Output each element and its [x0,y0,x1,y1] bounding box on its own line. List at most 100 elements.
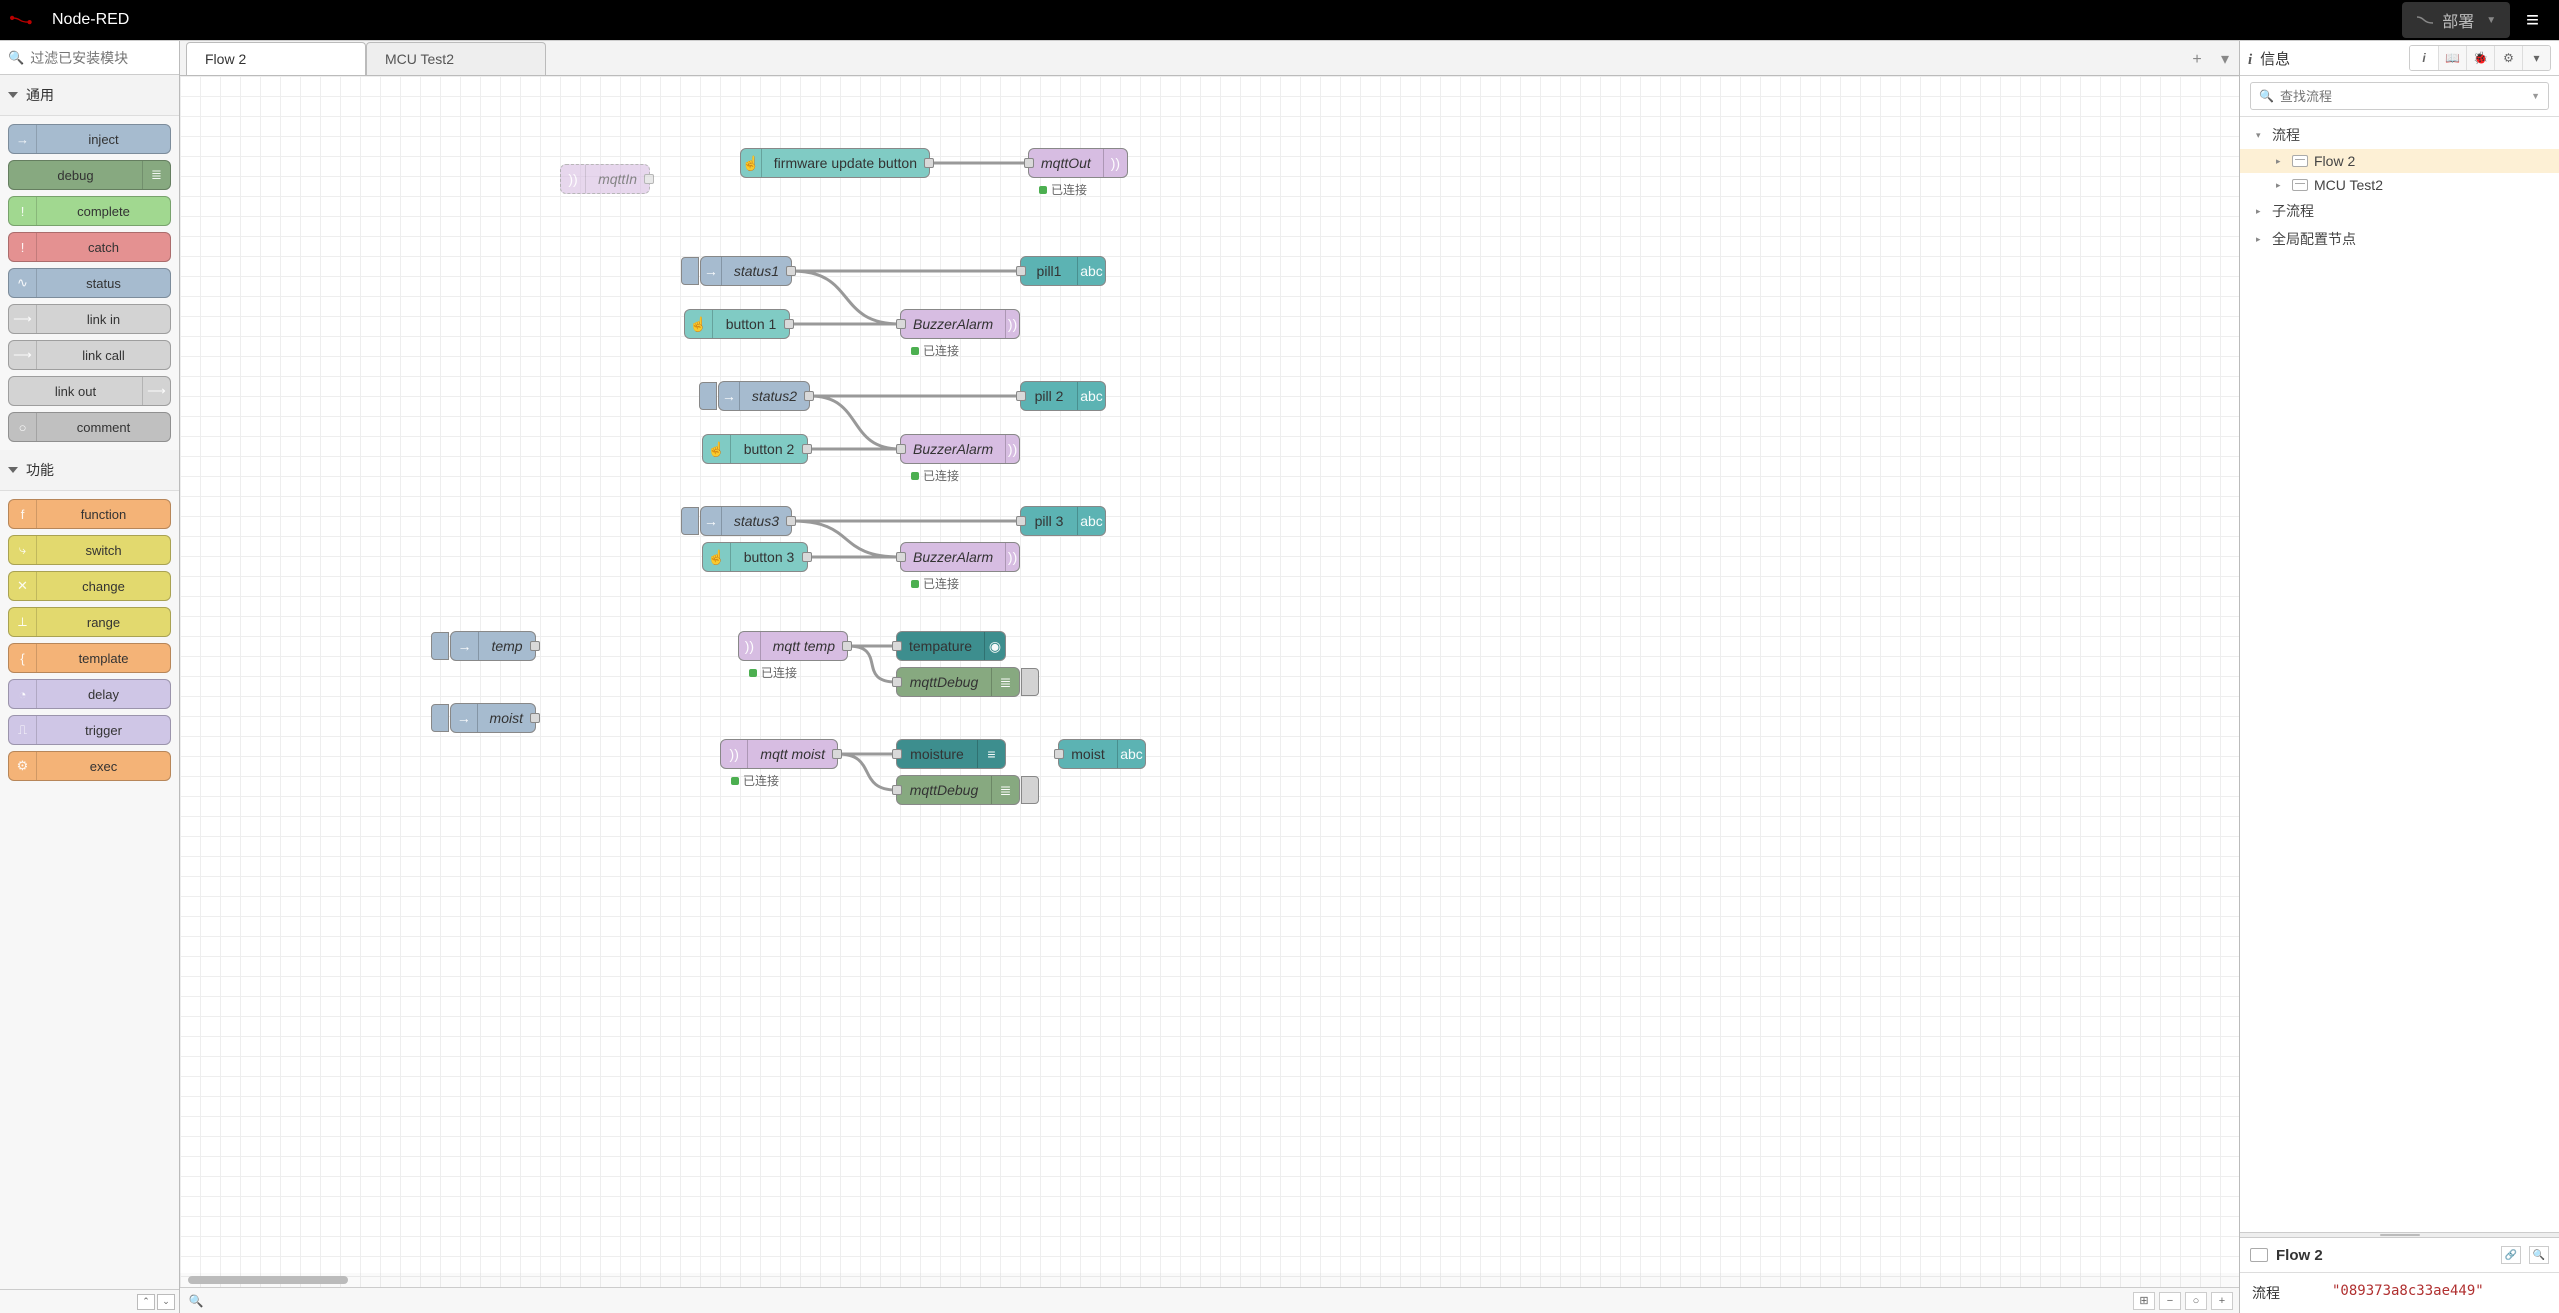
output-port[interactable] [802,552,812,562]
zoom-reset-button[interactable]: ○ [2185,1292,2207,1310]
input-port[interactable] [896,444,906,454]
horizontal-scrollbar[interactable] [180,1273,2239,1287]
input-port[interactable] [1016,391,1026,401]
flow-node-n-temp[interactable]: →temp [450,631,536,661]
output-port[interactable] [786,266,796,276]
deploy-button[interactable]: 部署 ▼ [2402,2,2510,38]
tree-item-flow-2[interactable]: ▸Flow 2 [2240,149,2559,173]
tree-global[interactable]: ▸全局配置节点 [2240,225,2559,253]
palette-node-link-call[interactable]: ⟶link call [8,340,171,370]
tab-mcu-test2[interactable]: MCU Test2 [366,42,546,75]
palette-node-function[interactable]: ffunction [8,499,171,529]
flow-canvas[interactable]: ))mqttIn ☝firmware update button mqttOut))… [180,76,2239,1287]
tab-flow2[interactable]: Flow 2 [186,42,366,75]
flow-node-n-button3[interactable]: ☝button 3 [702,542,808,572]
navigator-button[interactable]: ⊞ [2133,1292,2155,1310]
palette-node-link-out[interactable]: link out⟶ [8,376,171,406]
palette-node-link-in[interactable]: ⟶link in [8,304,171,334]
flow-node-n-button1[interactable]: ☝button 1 [684,309,790,339]
output-port[interactable] [832,749,842,759]
flow-node-n-mqttdbg2[interactable]: mqttDebug≣ [896,775,1020,805]
chevron-down-icon[interactable]: ▼ [2531,91,2540,101]
palette-node-complete[interactable]: !complete [8,196,171,226]
flow-node-n-buzz1[interactable]: BuzzerAlarm))已连接 [900,309,1020,339]
inject-button[interactable] [681,507,699,535]
palette-node-delay[interactable]: ◔delay [8,679,171,709]
output-port[interactable] [784,319,794,329]
sidebar-search-input[interactable] [2280,89,2531,104]
sidebar-tree[interactable]: ▾流程 ▸Flow 2▸MCU Test2 ▸子流程 ▸全局配置节点 [2240,117,2559,1232]
output-port[interactable] [786,516,796,526]
input-port[interactable] [896,552,906,562]
palette-node-change[interactable]: ✕change [8,571,171,601]
palette-collapse-down-button[interactable]: ⌄ [157,1294,175,1310]
output-port[interactable] [804,391,814,401]
palette-scroll[interactable]: 通用 →inject debug≣ !complete !catch ∿status ⟶l… [0,75,179,1289]
input-port[interactable] [892,785,902,795]
inject-button[interactable] [431,704,449,732]
palette-node-range[interactable]: ⟂range [8,607,171,637]
inject-button[interactable] [431,632,449,660]
debug-toggle-button[interactable] [1021,776,1039,804]
flow-node-n-moist2[interactable]: moistabc [1058,739,1146,769]
hamburger-menu-button[interactable]: ≡ [2516,3,2549,37]
flow-node-n-status3[interactable]: →status3 [700,506,792,536]
sidebar-more-button[interactable]: ▾ [2522,46,2550,70]
add-tab-button[interactable]: + [2183,51,2211,75]
flow-node-n-buzz2[interactable]: BuzzerAlarm))已连接 [900,434,1020,464]
palette-category-function[interactable]: 功能 [0,450,179,491]
tree-flows[interactable]: ▾流程 [2240,121,2559,149]
tree-subflows[interactable]: ▸子流程 [2240,197,2559,225]
palette-category-common[interactable]: 通用 [0,75,179,116]
palette-node-catch[interactable]: !catch [8,232,171,262]
palette-node-status[interactable]: ∿status [8,268,171,298]
flow-node-n-moisture[interactable]: moisture≡ [896,739,1006,769]
flow-node-n-mqttmoist[interactable]: ))mqtt moist已连接 [720,739,838,769]
flow-node-n-status1[interactable]: →status1 [700,256,792,286]
output-port[interactable] [644,174,654,184]
inject-button[interactable] [681,257,699,285]
canvas-search-icon[interactable]: 🔍 [186,1292,206,1310]
output-port[interactable] [924,158,934,168]
palette-node-debug[interactable]: debug≣ [8,160,171,190]
input-port[interactable] [1054,749,1064,759]
search-button[interactable]: 🔍 [2529,1246,2549,1264]
output-port[interactable] [530,713,540,723]
zoom-in-button[interactable]: + [2211,1292,2233,1310]
sidebar-config-button[interactable]: ⚙ [2494,46,2522,70]
palette-node-switch[interactable]: ⤷switch [8,535,171,565]
flow-node-n-buzz3[interactable]: BuzzerAlarm))已连接 [900,542,1020,572]
flow-node-n-pill1[interactable]: pill1abc [1020,256,1106,286]
output-port[interactable] [530,641,540,651]
flow-node-n-mqttin-ghost[interactable]: ))mqttIn [560,164,650,194]
tab-menu-button[interactable]: ▾ [2211,49,2239,75]
flow-node-n-moist[interactable]: →moist [450,703,536,733]
input-port[interactable] [892,677,902,687]
input-port[interactable] [1016,516,1026,526]
palette-node-trigger[interactable]: ⎍trigger [8,715,171,745]
sidebar-debug-button[interactable]: 🐞 [2466,46,2494,70]
debug-toggle-button[interactable] [1021,668,1039,696]
inject-button[interactable] [699,382,717,410]
palette-node-template[interactable]: {template [8,643,171,673]
input-port[interactable] [892,641,902,651]
palette-node-comment[interactable]: ○comment [8,412,171,442]
flow-node-n-firmware[interactable]: ☝firmware update button [740,148,930,178]
input-port[interactable] [1016,266,1026,276]
flow-node-n-mqtttemp[interactable]: ))mqtt temp已连接 [738,631,848,661]
input-port[interactable] [1024,158,1034,168]
palette-collapse-up-button[interactable]: ⌃ [137,1294,155,1310]
input-port[interactable] [896,319,906,329]
palette-node-inject[interactable]: →inject [8,124,171,154]
flow-node-n-mqttdbg1[interactable]: mqttDebug≣ [896,667,1020,697]
tree-item-mcu-test2[interactable]: ▸MCU Test2 [2240,173,2559,197]
flow-node-n-mqttout[interactable]: mqttOut))已连接 [1028,148,1128,178]
flow-node-n-tempature[interactable]: tempature◉ [896,631,1006,661]
flow-node-n-pill3[interactable]: pill 3abc [1020,506,1106,536]
sidebar-splitter[interactable] [2240,1232,2559,1238]
palette-node-exec[interactable]: ⚙exec [8,751,171,781]
sidebar-info-button[interactable]: i [2410,46,2438,70]
flow-node-n-status2[interactable]: →status2 [718,381,810,411]
link-button[interactable]: 🔗 [2501,1246,2521,1264]
output-port[interactable] [842,641,852,651]
